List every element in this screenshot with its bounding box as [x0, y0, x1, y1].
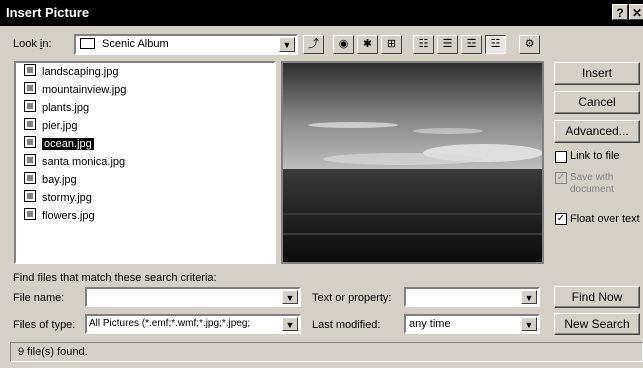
image-file-icon — [24, 154, 36, 166]
image-file-icon — [24, 64, 36, 76]
file-name-label: File name: — [13, 292, 65, 304]
preview-view-icon[interactable]: ☳ — [485, 35, 506, 54]
list-item[interactable]: landscaping.jpg — [24, 64, 118, 80]
list-item-selected[interactable]: ocean.jpg — [24, 136, 94, 152]
search-heading: Find files that match these search crite… — [13, 272, 217, 284]
image-file-icon — [24, 172, 36, 184]
status-text: 9 file(s) found. — [18, 346, 88, 358]
search-web-icon[interactable]: ◉ — [333, 35, 354, 54]
image-file-icon — [24, 82, 36, 94]
last-modified-combo[interactable]: any time ▼ — [404, 314, 540, 334]
help-button[interactable]: ? — [612, 4, 628, 20]
last-modified-dropdown-icon[interactable]: ▼ — [521, 317, 537, 331]
look-in-value: Scenic Album — [102, 38, 169, 50]
list-view-icon[interactable]: ☷ — [413, 35, 434, 54]
folder-icon — [80, 38, 95, 49]
image-file-icon — [24, 190, 36, 202]
title-bar: Insert Picture ? ✕ — [0, 0, 643, 26]
favorites-icon[interactable]: ✱ — [357, 35, 378, 54]
image-file-icon — [24, 136, 36, 148]
list-item[interactable]: santa monica.jpg — [24, 154, 125, 170]
text-or-property-label: Text or property: — [312, 292, 392, 304]
list-item[interactable]: stormy.jpg — [24, 190, 92, 206]
properties-view-icon[interactable]: ☲ — [461, 35, 482, 54]
text-or-property-input[interactable]: ▼ — [404, 287, 540, 307]
ocean-preview-image — [283, 63, 542, 262]
list-item[interactable]: flowers.jpg — [24, 208, 95, 224]
save-with-document-label: Save with document — [570, 172, 614, 195]
close-button[interactable]: ✕ — [629, 4, 643, 20]
last-modified-label: Last modified: — [312, 319, 381, 331]
look-in-label: Look in: — [13, 38, 52, 50]
link-to-file-label: Link to file — [570, 150, 620, 162]
new-search-button[interactable]: New Search — [554, 313, 640, 335]
advanced-button[interactable]: Advanced... — [554, 120, 640, 143]
find-now-button[interactable]: Find Now — [554, 286, 640, 308]
list-item[interactable]: mountainview.jpg — [24, 82, 126, 98]
save-with-document-checkbox: ✓ — [555, 172, 567, 184]
image-file-icon — [24, 208, 36, 220]
look-in-combo[interactable]: Scenic Album ▼ — [74, 34, 298, 55]
files-of-type-combo[interactable]: All Pictures (*.emf;*.wmf;*.jpg;*.jpeg; … — [85, 314, 301, 334]
insert-button[interactable]: Insert — [554, 62, 640, 85]
preview-pane — [281, 61, 544, 264]
up-one-level-icon[interactable]: ⤴ — [303, 35, 324, 54]
commands-settings-icon[interactable]: ⚙ — [519, 35, 540, 54]
look-in-dropdown-icon[interactable]: ▼ — [279, 37, 295, 52]
float-over-text-label: Float over text — [570, 213, 640, 225]
image-file-icon — [24, 118, 36, 130]
list-item[interactable]: pier.jpg — [24, 118, 77, 134]
file-list[interactable]: landscaping.jpg mountainview.jpg plants.… — [14, 61, 276, 264]
link-to-file-checkbox[interactable] — [555, 151, 567, 163]
add-to-favorites-icon[interactable]: ⊞ — [381, 35, 402, 54]
cancel-button[interactable]: Cancel — [554, 91, 640, 114]
file-name-input[interactable]: ▼ — [85, 287, 301, 307]
status-bar: 9 file(s) found. — [10, 342, 643, 362]
float-over-text-checkbox[interactable]: ✓ — [555, 213, 567, 225]
image-file-icon — [24, 100, 36, 112]
files-of-type-label: Files of type: — [13, 319, 76, 331]
file-name-dropdown-icon[interactable]: ▼ — [282, 290, 298, 304]
list-item[interactable]: plants.jpg — [24, 100, 89, 116]
list-item[interactable]: bay.jpg — [24, 172, 77, 188]
files-of-type-dropdown-icon[interactable]: ▼ — [282, 317, 298, 331]
text-or-property-dropdown-icon[interactable]: ▼ — [521, 290, 537, 304]
details-view-icon[interactable]: ☰ — [437, 35, 458, 54]
window-title: Insert Picture — [6, 5, 90, 20]
